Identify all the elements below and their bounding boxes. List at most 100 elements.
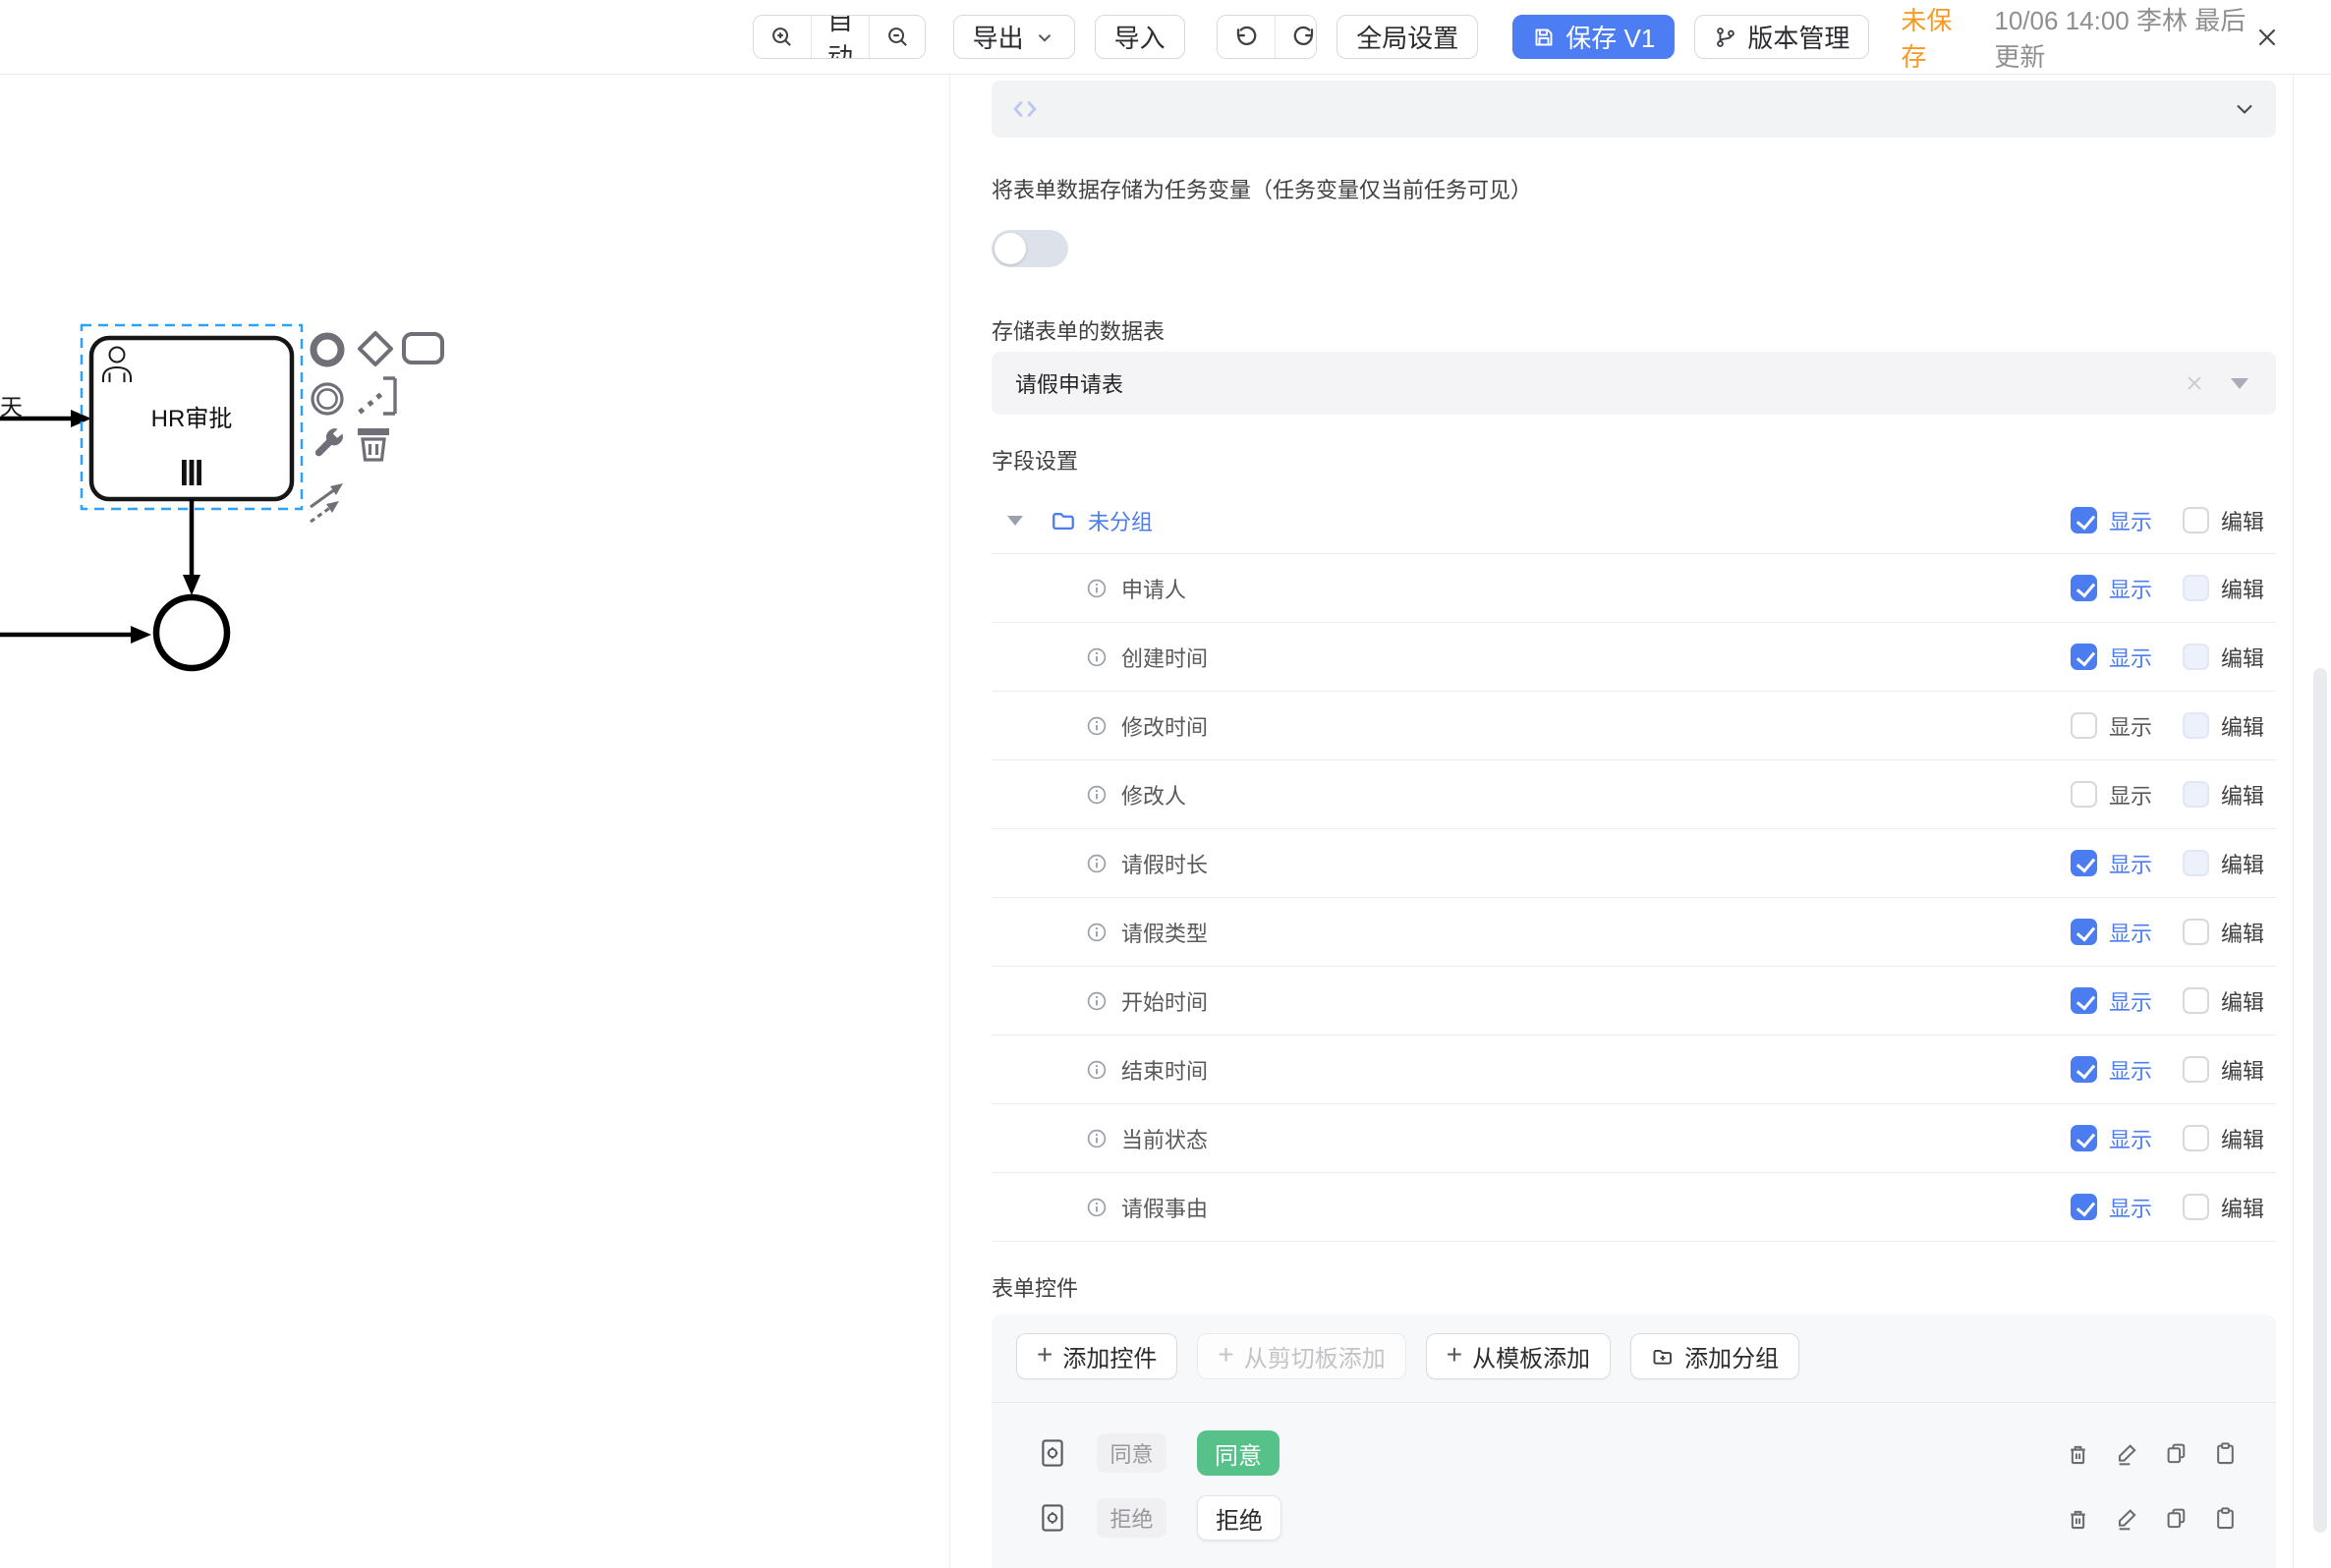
info-icon	[1086, 1059, 1108, 1081]
magnifier-plus-icon	[769, 25, 795, 50]
edit-checkbox[interactable]	[2183, 850, 2209, 876]
field-row: 修改人 显示 编辑	[992, 760, 2276, 829]
store-task-var-label: 将表单数据存储为任务变量（任务变量仅当前任务可见）	[992, 173, 2276, 204]
paste-icon[interactable]	[2212, 1505, 2239, 1532]
clear-icon[interactable]	[2184, 372, 2205, 394]
unsaved-status: 未保存	[1901, 1, 1966, 74]
version-label: 版本管理	[1747, 19, 1849, 55]
data-table-select[interactable]: 请假申请表	[992, 352, 2276, 415]
edit-checkbox[interactable]	[2183, 1194, 2209, 1220]
edit-label: 编辑	[2221, 985, 2264, 1017]
edit-checkbox[interactable]	[2183, 1056, 2209, 1083]
context-pad	[311, 333, 442, 522]
panel-scrollbar[interactable]	[2313, 668, 2327, 1533]
copy-icon[interactable]	[2163, 1440, 2189, 1467]
add-clipboard-label: 从剪切板添加	[1244, 1339, 1386, 1373]
context-pad-connect-icon[interactable]	[311, 483, 343, 522]
context-pad-wrench-icon[interactable]	[315, 428, 343, 456]
arrowhead	[131, 626, 151, 644]
zoom-in-button[interactable]	[754, 16, 811, 58]
version-management-button[interactable]: 版本管理	[1694, 15, 1869, 59]
edit-checkbox[interactable]	[2183, 919, 2209, 945]
collapse-caret-icon[interactable]	[1007, 516, 1023, 526]
add-from-template-button[interactable]: + 从模板添加	[1426, 1333, 1611, 1379]
field-checkboxes: 显示 编辑	[2071, 917, 2276, 948]
edit-icon[interactable]	[2114, 1440, 2140, 1467]
sequence-flow-to-end[interactable]	[183, 499, 200, 595]
code-editor-collapsed[interactable]	[992, 81, 2276, 138]
field-list: 申请人 显示 编辑 创建时间 显示 编辑	[992, 554, 2276, 1242]
zoom-auto-button[interactable]: 自动	[811, 16, 869, 58]
plus-icon: +	[1447, 1341, 1462, 1369]
add-group-button[interactable]: 添加分组	[1630, 1333, 1799, 1379]
show-checkbox[interactable]	[2071, 781, 2097, 808]
redo-button[interactable]	[1275, 16, 1318, 58]
delete-icon[interactable]	[2065, 1505, 2091, 1532]
context-pad-task-icon[interactable]	[404, 334, 442, 363]
show-checkbox[interactable]	[2071, 644, 2097, 670]
store-task-var-toggle[interactable]	[992, 230, 1068, 267]
edit-checkbox[interactable]	[2183, 1125, 2209, 1151]
import-button[interactable]: 导入	[1095, 15, 1185, 59]
toggle-knob	[995, 233, 1026, 264]
edit-checkbox[interactable]	[2183, 987, 2209, 1014]
edit-icon[interactable]	[2114, 1505, 2140, 1532]
sequence-flow-into-end[interactable]	[0, 626, 151, 644]
field-row: 请假事由 显示 编辑	[992, 1173, 2276, 1242]
form-widgets-title: 表单控件	[992, 1271, 2276, 1303]
data-table-label: 存储表单的数据表	[992, 314, 2276, 346]
field-row: 修改时间 显示 编辑	[992, 692, 2276, 760]
save-button[interactable]: 保存 V1	[1512, 15, 1675, 59]
show-checkbox[interactable]	[2071, 1125, 2097, 1151]
show-label: 显示	[2109, 1054, 2152, 1086]
edit-checkbox[interactable]	[2183, 644, 2209, 670]
add-from-clipboard-button[interactable]: + 从剪切板添加	[1197, 1333, 1405, 1379]
context-pad-gateway-icon[interactable]	[360, 333, 391, 364]
info-icon	[1086, 1197, 1108, 1218]
group-show-label: 显示	[2109, 505, 2152, 536]
global-settings-button[interactable]: 全局设置	[1336, 15, 1478, 59]
chevron-down-icon[interactable]	[2233, 97, 2256, 121]
undo-icon	[1233, 25, 1259, 50]
field-row: 申请人 显示 编辑	[992, 554, 2276, 623]
edit-label: 编辑	[2221, 1123, 2264, 1154]
field-checkboxes: 显示 编辑	[2071, 848, 2276, 879]
widget-button-preview[interactable]: 拒绝	[1197, 1495, 1281, 1540]
show-checkbox[interactable]	[2071, 1056, 2097, 1083]
user-task-node[interactable]: HR审批	[91, 338, 292, 499]
context-pad-intermediate-event-icon[interactable]	[313, 384, 342, 414]
info-icon	[1086, 715, 1108, 737]
export-button[interactable]: 导出	[953, 15, 1075, 59]
show-checkbox[interactable]	[2071, 987, 2097, 1014]
field-label: 请假时长	[1121, 848, 1208, 879]
end-event-node[interactable]	[156, 597, 227, 668]
info-icon	[1086, 578, 1108, 599]
show-checkbox[interactable]	[2071, 919, 2097, 945]
group-show-checkbox[interactable]	[2071, 507, 2097, 533]
zoom-out-button[interactable]	[869, 16, 926, 58]
copy-icon[interactable]	[2163, 1505, 2189, 1532]
show-checkbox[interactable]	[2071, 712, 2097, 739]
show-checkbox[interactable]	[2071, 1194, 2097, 1220]
paste-icon[interactable]	[2212, 1440, 2239, 1467]
context-pad-text-annotation-icon[interactable]	[358, 378, 395, 415]
edit-checkbox[interactable]	[2183, 712, 2209, 739]
save-icon	[1532, 26, 1556, 49]
show-checkbox[interactable]	[2071, 850, 2097, 876]
edit-checkbox[interactable]	[2183, 781, 2209, 808]
undo-button[interactable]	[1218, 16, 1275, 58]
close-button[interactable]	[2254, 25, 2280, 50]
field-group-row[interactable]: 未分组 显示 编辑	[992, 487, 2276, 554]
delete-icon[interactable]	[2065, 1440, 2091, 1467]
edit-checkbox[interactable]	[2183, 575, 2209, 601]
field-row: 开始时间 显示 编辑	[992, 967, 2276, 1036]
show-checkbox[interactable]	[2071, 575, 2097, 601]
bpmn-canvas[interactable]: 天 HR审批	[0, 75, 949, 1568]
widget-button-preview[interactable]: 同意	[1197, 1430, 1279, 1476]
edit-label: 编辑	[2221, 917, 2264, 948]
add-control-button[interactable]: + 添加控件	[1016, 1333, 1177, 1379]
group-edit-checkbox[interactable]	[2183, 507, 2209, 533]
add-template-label: 从模板添加	[1472, 1339, 1590, 1373]
context-pad-delete-icon[interactable]	[358, 428, 389, 460]
context-pad-end-event-icon[interactable]	[313, 336, 341, 364]
